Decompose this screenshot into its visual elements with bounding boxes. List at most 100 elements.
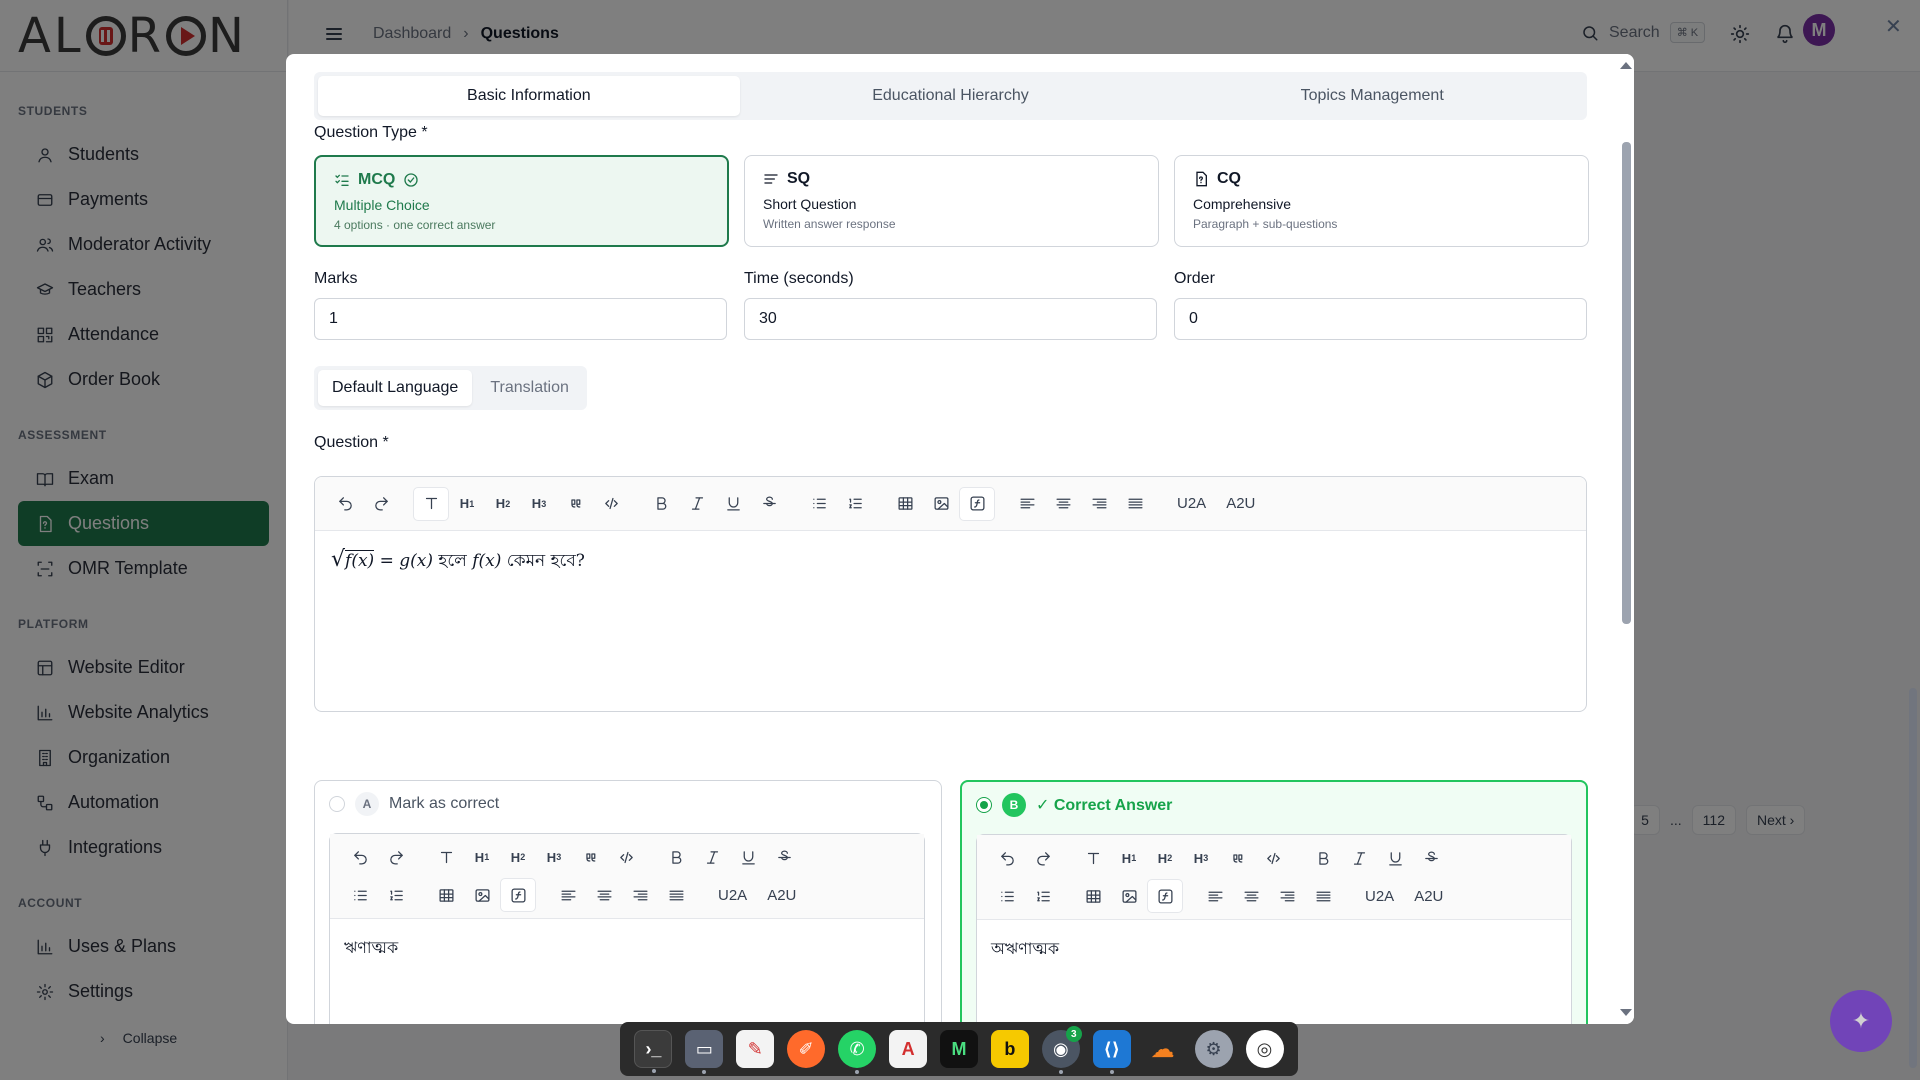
whatsapp-icon[interactable]: ✆ [838, 1030, 877, 1074]
heading-1-icon[interactable]: H1 [464, 840, 500, 874]
vscode-icon[interactable]: ⟨⟩ [1092, 1030, 1131, 1074]
table-icon[interactable] [1075, 879, 1111, 913]
align-center-icon[interactable] [586, 878, 622, 912]
convert-u2a-button[interactable]: U2A [708, 878, 757, 912]
redo-icon[interactable] [1025, 841, 1061, 875]
ordered-list-icon[interactable] [378, 878, 414, 912]
time-input[interactable]: 30 [744, 298, 1157, 340]
undo-icon[interactable] [327, 487, 363, 521]
order-input[interactable]: 0 [1174, 298, 1587, 340]
list-icon[interactable] [801, 487, 837, 521]
undo-icon[interactable] [342, 840, 378, 874]
formula-icon[interactable] [959, 486, 995, 521]
code-icon[interactable] [593, 487, 629, 521]
list-icon[interactable] [989, 879, 1025, 913]
align-justify-icon[interactable] [658, 878, 694, 912]
list-icon[interactable] [342, 878, 378, 912]
option-b-text[interactable]: অঋণাত্মক [977, 920, 1571, 979]
italic-icon[interactable] [679, 487, 715, 521]
align-left-icon[interactable] [550, 878, 586, 912]
redo-icon[interactable] [378, 840, 414, 874]
convert-u2a-button[interactable]: U2A [1167, 487, 1216, 521]
option-a-editor[interactable]: H1H2H3 U2A A2U ঋণাত্মক [329, 833, 925, 1024]
convert-a2u-button[interactable]: A2U [757, 878, 806, 912]
pdf-reader-icon[interactable]: ✎ [736, 1030, 775, 1068]
modal-scrollbar[interactable] [1618, 54, 1634, 1024]
italic-icon[interactable] [694, 840, 730, 874]
option-a-radio[interactable] [329, 796, 345, 812]
acrobat-icon[interactable]: A [889, 1030, 928, 1068]
align-justify-icon[interactable] [1117, 487, 1153, 521]
text-icon[interactable] [1075, 841, 1111, 875]
tab-default-language[interactable]: Default Language [318, 370, 473, 406]
question-editor[interactable]: H 1 H 2 H 3 U2A A2U √f(x) = g(x) হলে f(x) কেমন … [314, 476, 1587, 712]
text-icon[interactable] [413, 486, 449, 521]
question-content[interactable]: √f(x) = g(x) হলে f(x) কেমন হবে? [315, 531, 1586, 592]
b-app-icon[interactable]: b [990, 1030, 1029, 1068]
quote-icon[interactable] [1219, 841, 1255, 875]
mark-as-correct-label[interactable]: Mark as correct [389, 795, 499, 813]
image-icon[interactable] [1111, 879, 1147, 913]
tab-topics-management[interactable]: Topics Management [1161, 76, 1583, 116]
ai-assistant-button[interactable]: ✦ [1830, 990, 1892, 1052]
option-a-text[interactable]: ঋণাত্মক [330, 919, 924, 978]
page-scrollbar[interactable] [1905, 72, 1920, 1080]
code-icon[interactable] [1255, 841, 1291, 875]
question-type-cq[interactable]: CQ Comprehensive Paragraph + sub-questio… [1174, 155, 1589, 247]
m-app-icon[interactable]: M [939, 1030, 978, 1068]
strikethrough-icon[interactable] [766, 840, 802, 874]
bold-icon[interactable] [658, 840, 694, 874]
marks-input[interactable]: 1 [314, 298, 727, 340]
convert-u2a-button[interactable]: U2A [1355, 879, 1404, 913]
close-icon[interactable]: ✕ [1885, 14, 1902, 39]
files-icon[interactable]: ▭ [685, 1030, 724, 1074]
align-right-icon[interactable] [622, 878, 658, 912]
heading-1-icon[interactable]: H1 [1111, 841, 1147, 875]
heading-1-icon[interactable]: H1 [449, 487, 485, 521]
question-type-sq[interactable]: SQ Short Question Written answer respons… [744, 155, 1159, 247]
ubuntu-icon[interactable]: ◎ [1245, 1030, 1284, 1068]
convert-a2u-button[interactable]: A2U [1216, 487, 1265, 521]
align-justify-icon[interactable] [1305, 879, 1341, 913]
settings-icon[interactable]: ⚙ [1194, 1030, 1233, 1068]
align-right-icon[interactable] [1269, 879, 1305, 913]
italic-icon[interactable] [1341, 841, 1377, 875]
strikethrough-icon[interactable] [1413, 841, 1449, 875]
undo-icon[interactable] [989, 841, 1025, 875]
underline-icon[interactable] [715, 487, 751, 521]
align-left-icon[interactable] [1197, 879, 1233, 913]
code-icon[interactable] [608, 840, 644, 874]
bold-icon[interactable] [1305, 841, 1341, 875]
cloudflare-icon[interactable]: ☁ [1144, 1030, 1182, 1068]
pen-tool-icon[interactable]: ✐ [787, 1030, 826, 1068]
tab-educational-hierarchy[interactable]: Educational Hierarchy [740, 76, 1162, 116]
heading-2-icon[interactable]: H2 [1147, 841, 1183, 875]
underline-icon[interactable] [1377, 841, 1413, 875]
underline-icon[interactable] [730, 840, 766, 874]
ordered-list-icon[interactable] [1025, 879, 1061, 913]
tab-basic-information[interactable]: Basic Information [318, 76, 740, 116]
question-type-mcq[interactable]: MCQ Multiple Choice 4 options · one corr… [314, 155, 729, 247]
heading-2-icon[interactable]: H2 [500, 840, 536, 874]
option-b-editor[interactable]: H1H2H3 U2A A2U অঋণাত্মক [976, 834, 1572, 1024]
option-b-radio[interactable] [976, 797, 992, 813]
table-icon[interactable] [887, 487, 923, 521]
align-center-icon[interactable] [1233, 879, 1269, 913]
formula-icon[interactable] [1147, 879, 1183, 913]
align-left-icon[interactable] [1009, 487, 1045, 521]
heading-3-icon[interactable]: H3 [536, 840, 572, 874]
table-icon[interactable] [428, 878, 464, 912]
align-center-icon[interactable] [1045, 487, 1081, 521]
bold-icon[interactable] [643, 487, 679, 521]
strikethrough-icon[interactable] [751, 487, 787, 521]
quote-icon[interactable] [572, 840, 608, 874]
image-icon[interactable] [464, 878, 500, 912]
terminal-icon[interactable]: ›_ [634, 1030, 673, 1073]
chrome-icon[interactable]: ◉ 3 [1041, 1026, 1082, 1074]
formula-icon[interactable] [500, 878, 536, 912]
heading-3-icon[interactable]: H3 [1183, 841, 1219, 875]
quote-icon[interactable] [557, 487, 593, 521]
image-icon[interactable] [923, 487, 959, 521]
heading-3-icon[interactable]: H3 [521, 487, 557, 521]
convert-a2u-button[interactable]: A2U [1404, 879, 1453, 913]
